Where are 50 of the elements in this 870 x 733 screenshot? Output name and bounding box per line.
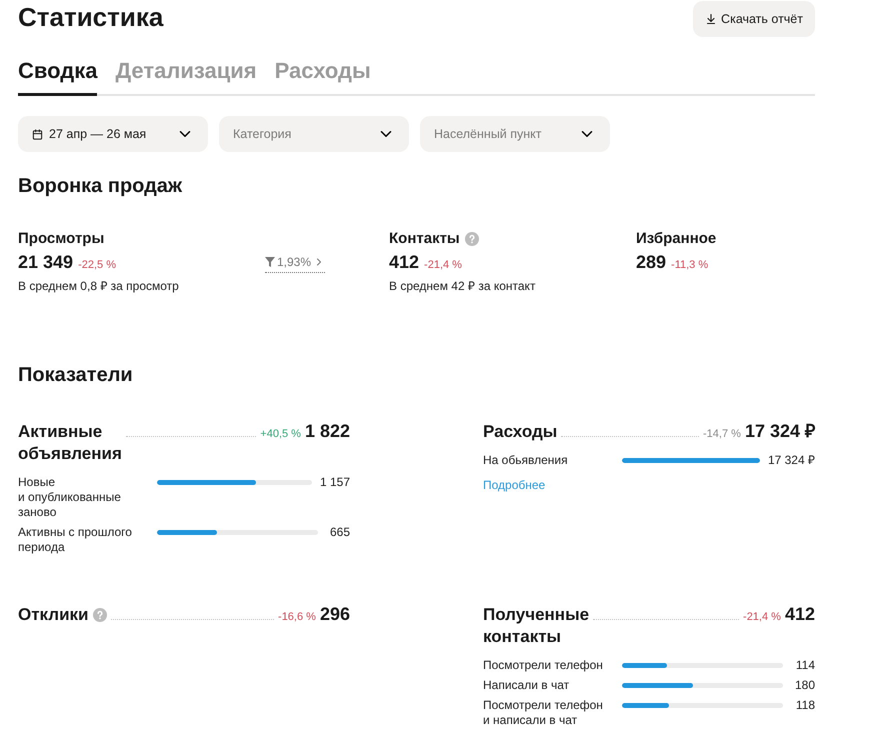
- change-percent: -16,6 %: [278, 611, 316, 623]
- metric-title: Отклики: [18, 604, 88, 626]
- stage-label: Контакты: [389, 229, 460, 249]
- download-report-button[interactable]: Скачать отчёт: [693, 1, 815, 37]
- change-percent: -11,3 %: [671, 259, 708, 271]
- metric-value: 296: [320, 603, 350, 625]
- calendar-icon: [32, 128, 43, 140]
- row-label: Посмотрели телефон и написали в чат: [483, 698, 604, 728]
- change-percent: -21,4 %: [743, 611, 781, 623]
- filter-icon: [265, 257, 275, 267]
- change-percent: -22,5 %: [78, 259, 116, 271]
- tab[interactable]: Расходы: [274, 57, 371, 96]
- change-percent: -14,7 %: [703, 428, 741, 440]
- row-label: Написали в чат: [483, 678, 570, 693]
- row-label: Активны с прошлого периода: [18, 525, 133, 555]
- date-range-dropdown[interactable]: 27 апр — 26 мая: [18, 116, 208, 152]
- metric-value: 1 822: [304, 420, 350, 442]
- row-value: 114: [796, 658, 815, 673]
- stage-note: В среднем 42 ₽ за контакт: [389, 278, 536, 294]
- section-title: Воронка продаж: [18, 174, 184, 199]
- download-icon: [705, 13, 718, 25]
- stage-value: 412: [389, 251, 420, 273]
- stage-note: В среднем 0,8 ₽ за просмотр: [18, 278, 180, 294]
- tab[interactable]: Детализация: [115, 57, 257, 96]
- stage-label: Избранное: [636, 229, 716, 249]
- row-label: Новые и опубликованные заново: [18, 475, 122, 520]
- row-value: 118: [796, 698, 815, 713]
- filter-dropdown[interactable]: Категория: [219, 116, 409, 152]
- change-percent: -21,4 %: [424, 259, 462, 271]
- stage-label: Просмотры: [18, 229, 104, 249]
- metric-title: Активные объявления: [18, 421, 122, 465]
- row-value: 180: [794, 678, 815, 693]
- page-title: Статистика: [18, 1, 164, 34]
- row-label: На обьявления: [483, 453, 569, 468]
- row-value: 17 324 ₽: [768, 453, 815, 468]
- metric-title: Полученные контакты: [483, 604, 590, 648]
- tab[interactable]: Сводка: [18, 57, 98, 96]
- stage-value: 21 349: [18, 251, 74, 273]
- filter-dropdown[interactable]: Населённый пункт: [420, 116, 610, 152]
- stage-value: 289: [636, 251, 666, 273]
- metric-title: Расходы: [483, 421, 558, 443]
- change-percent: +40,5 %: [260, 428, 301, 440]
- details-link[interactable]: Подробнее: [483, 478, 546, 493]
- row-value: 665: [330, 525, 350, 540]
- row-value: 1 157: [320, 475, 350, 490]
- metric-value: 412: [784, 603, 815, 625]
- metric-value: 17 324 ₽: [744, 420, 815, 442]
- section-title: Показатели: [18, 363, 134, 388]
- conversion-link[interactable]: 1,93%: [265, 254, 326, 273]
- row-label: Посмотрели телефон: [483, 658, 604, 673]
